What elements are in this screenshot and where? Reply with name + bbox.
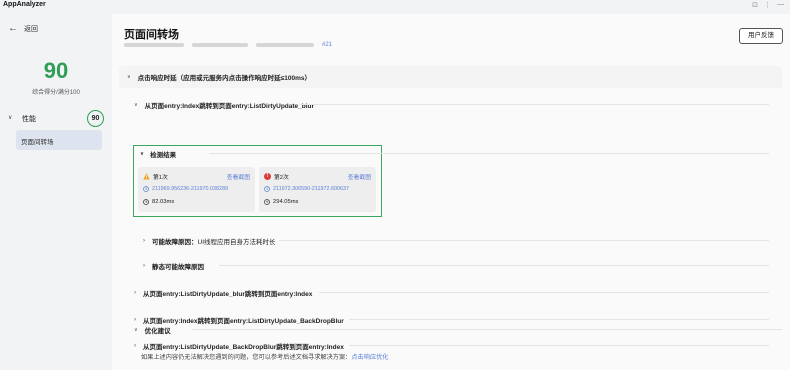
detection-result-box: ∨ 检测结果 第1次 查看截图 211969.956236-211970.038… <box>133 145 382 217</box>
chevron-right-icon: › <box>143 263 145 269</box>
category-label: 性能 <box>22 116 36 123</box>
advice-label: 优化建议 <box>144 328 171 335</box>
divider <box>209 153 769 154</box>
transition-label: 从页面entry:Index跳转到页面entry:ListDirtyUpdate… <box>143 318 344 325</box>
chevron-down-icon: ∨ <box>127 74 131 80</box>
card-body: ∨ 从页面entry:Index跳转到页面entry:ListDirtyUpda… <box>119 88 782 366</box>
back-arrow-icon: ← <box>8 23 18 34</box>
sidebar: ← 返回 90 综合得分/满分100 ∨ 性能 90 页面间转场 <box>0 14 112 370</box>
detection-label: 检测结果 <box>150 152 177 159</box>
meta-blurred <box>192 43 248 47</box>
possible-cause-value: UI线程应用自身方法耗时长 <box>197 239 276 246</box>
chevron-right-icon: › <box>143 238 145 244</box>
sidebar-item-page-transition[interactable]: 页面间转场 <box>16 130 102 150</box>
section-label: 点击响应时延（应用或元服务内点击操作响应时延≤100ms） <box>137 75 311 82</box>
duration: 294.05ms <box>264 199 298 205</box>
clock-icon <box>143 199 149 205</box>
time-range: 211972.306590-211972.600637 <box>273 186 349 192</box>
time-range-link[interactable]: 211969.956236-211970.038289 <box>143 186 228 192</box>
back-button[interactable]: ← 返回 <box>8 24 38 34</box>
divider <box>319 292 769 293</box>
occurrence-label: 第2次 <box>274 175 289 181</box>
chevron-right-icon: › <box>134 317 136 323</box>
chevron-down-icon: ∨ <box>134 327 138 333</box>
meta-blurred <box>256 43 314 47</box>
transition-label: 从页面entry:ListDirtyUpdate_blur跳转到页面entry:… <box>143 291 313 298</box>
section-header[interactable]: ∨ 点击响应时延（应用或元服务内点击操作响应时延≤100ms） <box>127 72 311 82</box>
divider <box>192 329 782 330</box>
category-score-ring: 90 <box>87 110 104 127</box>
possible-cause-label: 可能故障原因： <box>152 239 198 246</box>
divider <box>349 319 769 320</box>
occurrence: ! 第2次 <box>264 172 289 181</box>
chevron-down-icon: ∨ <box>8 115 13 121</box>
detection-header[interactable]: ∨ 检测结果 <box>140 149 176 159</box>
chevron-down-icon: ∨ <box>140 151 145 157</box>
main-panel: 页面间转场 #21 用户反馈 ∨ 点击响应时延（应用或元服务内点击操作响应时延≤… <box>112 14 790 370</box>
detection-item: ! 第2次 查看截图 211972.306590-211972.600637 2… <box>259 167 376 212</box>
warning-icon <box>143 173 150 180</box>
transition-row[interactable]: › 从页面entry:ListDirtyUpdate_BackDropBlur跳… <box>134 341 344 351</box>
divider <box>279 240 769 241</box>
window-controls: ⊡ ⋮ — <box>752 1 784 9</box>
result-card: ∨ 点击响应时延（应用或元服务内点击操作响应时延≤100ms） ∨ 从页面ent… <box>119 66 782 366</box>
feedback-button[interactable]: 用户反馈 <box>739 28 783 44</box>
meta-info: #21 <box>124 42 332 48</box>
meta-blurred <box>124 43 184 47</box>
chevron-down-icon: ∨ <box>134 102 138 108</box>
title-bar: AppAnalyzer ⊡ ⋮ — <box>0 0 790 14</box>
duration-value: 82.03ms <box>152 199 175 205</box>
chevron-right-icon: › <box>134 290 136 296</box>
app-title: AppAnalyzer <box>3 1 46 8</box>
meta-number: #21 <box>322 42 333 48</box>
occurrence-label: 第1次 <box>153 175 168 181</box>
duration-value: 294.05ms <box>273 199 299 205</box>
overall-score: 90 <box>43 58 69 83</box>
time-range-link[interactable]: 211972.306590-211972.600637 <box>264 186 349 192</box>
divider <box>299 104 769 105</box>
advice-body: 如果上述内容仍无法解决您遇到的问题，您可以参考后述文档寻求解决方案： <box>141 354 352 361</box>
advice-text: 如果上述内容仍无法解决您遇到的问题，您可以参考后述文档寻求解决方案：点击响应优化 <box>141 352 389 361</box>
detection-item: 第1次 查看截图 211969.956236-211970.038289 82.… <box>138 167 255 212</box>
score-caption: 综合得分/满分100 <box>32 90 80 96</box>
more-icon[interactable]: ⋮ <box>764 1 771 9</box>
clock-icon <box>264 199 270 205</box>
view-screenshot-link[interactable]: 查看截图 <box>227 172 250 181</box>
divider <box>219 265 769 266</box>
back-label: 返回 <box>24 26 38 33</box>
static-cause-label: 静态可能故障原因 <box>152 264 204 271</box>
clock-icon <box>264 186 270 192</box>
occurrence: 第1次 <box>143 172 168 181</box>
transition-row[interactable]: ∨ 从页面entry:Index跳转到页面entry:ListDirtyUpda… <box>134 100 314 110</box>
static-cause-row[interactable]: › 静态可能故障原因 <box>143 261 204 271</box>
restore-icon[interactable]: ⊡ <box>752 1 758 9</box>
advice-header[interactable]: ∨ 优化建议 <box>134 325 171 335</box>
chevron-right-icon: › <box>134 343 136 349</box>
advice-link[interactable]: 点击响应优化 <box>351 354 388 361</box>
error-icon: ! <box>264 173 271 180</box>
transition-label: 从页面entry:Index跳转到页面entry:ListDirtyUpdate… <box>144 103 315 110</box>
duration: 82.03ms <box>143 199 174 205</box>
page-title: 页面间转场 <box>124 29 179 41</box>
divider <box>349 345 769 346</box>
time-range: 211969.956236-211970.038289 <box>152 186 228 192</box>
transition-label: 从页面entry:ListDirtyUpdate_BackDropBlur跳转到… <box>143 344 344 351</box>
possible-cause-row[interactable]: › 可能故障原因：UI线程应用自身方法耗时长 <box>143 236 276 246</box>
sidebar-category-performance[interactable]: ∨ 性能 90 <box>8 110 104 127</box>
transition-row[interactable]: › 从页面entry:Index跳转到页面entry:ListDirtyUpda… <box>134 315 344 325</box>
view-screenshot-link[interactable]: 查看截图 <box>348 172 371 181</box>
transition-row[interactable]: › 从页面entry:ListDirtyUpdate_blur跳转到页面entr… <box>134 288 312 298</box>
minimize-icon[interactable]: — <box>777 1 784 9</box>
clock-icon <box>143 186 149 192</box>
